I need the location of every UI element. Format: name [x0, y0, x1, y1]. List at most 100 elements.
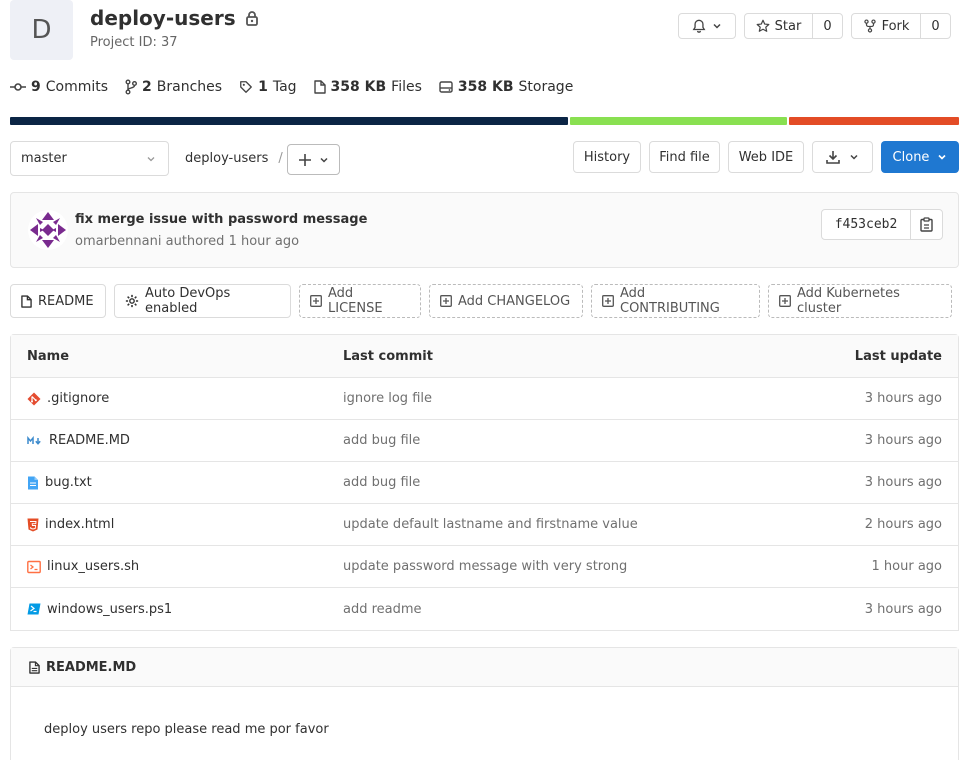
author-avatar[interactable]: [28, 210, 68, 250]
readme-panel: README.MD deploy users repo please read …: [10, 647, 959, 760]
lock-icon: [244, 10, 260, 26]
add-kubernetes-button[interactable]: Add Kubernetes cluster: [768, 284, 952, 318]
add-license-label: Add LICENSE: [328, 286, 383, 316]
star-group: Star 0: [744, 13, 843, 39]
commit-authored-word: authored: [165, 234, 225, 249]
file-tree-table: Name Last commit Last update .gitignore …: [10, 334, 959, 631]
branch-selector[interactable]: master: [10, 141, 169, 176]
add-contributing-label: Add CONTRIBUTING: [620, 286, 720, 316]
project-avatar-letter: D: [31, 15, 52, 45]
add-contributing-button[interactable]: Add CONTRIBUTING: [591, 284, 760, 318]
file-commit-message[interactable]: update password message with very strong: [343, 546, 627, 587]
table-row[interactable]: .gitignore ignore log file 3 hours ago: [11, 378, 958, 420]
readme-header: README.MD: [11, 648, 958, 687]
readme-button[interactable]: README: [10, 284, 106, 318]
commit-message[interactable]: fix merge issue with password message: [75, 212, 367, 227]
fork-count[interactable]: 0: [920, 14, 950, 38]
clone-dropdown[interactable]: Clone: [881, 141, 959, 173]
language-bar-segment[interactable]: [10, 117, 568, 125]
add-changelog-button[interactable]: Add CHANGELOG: [429, 284, 583, 318]
file-name[interactable]: README.MD: [49, 433, 130, 448]
add-kubernetes-label: Add Kubernetes cluster: [797, 286, 900, 316]
plus-square-icon: [602, 295, 614, 307]
add-changelog-label: Add CHANGELOG: [458, 293, 571, 309]
file-icon: [313, 80, 326, 94]
breadcrumb-separator: /: [278, 151, 283, 166]
bell-icon: [692, 19, 706, 33]
file-name[interactable]: linux_users.sh: [47, 559, 139, 574]
star-button[interactable]: Star: [745, 14, 812, 38]
stat-storage-label: Storage: [518, 79, 574, 95]
stat-storage[interactable]: 358 KB Storage: [439, 79, 573, 95]
text-file-icon: [27, 476, 39, 490]
commit-sha[interactable]: f453ceb2: [821, 209, 911, 240]
stat-storage-size: 358 KB: [457, 79, 514, 95]
download-icon: [826, 150, 840, 164]
branch-selector-value: master: [21, 151, 67, 166]
table-row[interactable]: linux_users.sh update password message w…: [11, 546, 958, 588]
find-file-button[interactable]: Find file: [649, 141, 720, 173]
language-bar-segment[interactable]: [788, 117, 959, 125]
readme-filename[interactable]: README.MD: [46, 660, 136, 675]
stat-branches[interactable]: 2 Branches: [125, 79, 222, 95]
auto-devops-button[interactable]: Auto DevOps enabled: [114, 284, 291, 318]
html5-icon: [27, 518, 39, 532]
file-name-cell: index.html: [27, 504, 114, 545]
stat-branches-label: Branches: [156, 79, 223, 95]
download-dropdown[interactable]: [812, 141, 873, 173]
commit-time: 1 hour ago: [228, 234, 300, 249]
readme-content: deploy users repo please read me por fav…: [44, 722, 329, 737]
file-commit-message[interactable]: add bug file: [343, 462, 420, 503]
breadcrumb-root[interactable]: deploy-users: [185, 151, 268, 166]
file-icon: [29, 660, 40, 674]
stat-branches-count: 2: [142, 79, 152, 95]
file-icon: [21, 294, 32, 308]
table-row[interactable]: README.MD add bug file 3 hours ago: [11, 420, 958, 462]
project-name[interactable]: deploy-users: [90, 6, 236, 30]
stat-commits[interactable]: 9 Commits: [10, 79, 108, 95]
file-commit-message[interactable]: add readme: [343, 588, 422, 630]
file-name[interactable]: bug.txt: [45, 475, 92, 490]
web-ide-button[interactable]: Web IDE: [728, 141, 804, 173]
shell-icon: [27, 560, 41, 574]
project-stats: 9 Commits 2 Branches 1 Tag 358 KB Files 358 …: [10, 77, 590, 97]
star-count[interactable]: 0: [812, 14, 842, 38]
plus-square-icon: [310, 295, 322, 307]
table-row[interactable]: bug.txt add bug file 3 hours ago: [11, 462, 958, 504]
notification-dropdown[interactable]: [678, 13, 736, 39]
table-row[interactable]: index.html update default lastname and f…: [11, 504, 958, 546]
commit-icon: [10, 81, 26, 93]
readme-button-label: README: [38, 293, 94, 309]
file-name[interactable]: index.html: [45, 517, 114, 532]
header-name: Name: [27, 348, 70, 364]
file-name-cell: linux_users.sh: [27, 546, 139, 587]
plus-icon: [298, 153, 311, 166]
language-bar-segment[interactable]: [569, 117, 787, 125]
header-last-update: Last update: [854, 348, 942, 364]
stat-tags-count: 1: [258, 79, 268, 95]
chevron-down-icon: [319, 155, 329, 165]
table-row[interactable]: windows_users.ps1 add readme 3 hours ago: [11, 588, 958, 630]
file-commit-message[interactable]: ignore log file: [343, 378, 432, 419]
branch-icon: [125, 79, 138, 95]
file-name[interactable]: .gitignore: [47, 391, 109, 406]
history-button[interactable]: History: [573, 141, 641, 173]
copy-sha-button[interactable]: [910, 209, 943, 240]
markdown-icon: [27, 435, 43, 446]
fork-button[interactable]: Fork: [852, 14, 920, 38]
file-updated-time: 3 hours ago: [864, 475, 942, 490]
auto-devops-label: Auto DevOps enabled: [145, 286, 231, 316]
tag-icon: [239, 80, 253, 94]
stat-tags[interactable]: 1 Tag: [239, 79, 297, 95]
stat-files[interactable]: 358 KB Files: [313, 79, 422, 95]
header-last-commit: Last commit: [343, 348, 433, 364]
language-bar[interactable]: [10, 117, 959, 125]
file-commit-message[interactable]: add bug file: [343, 420, 420, 461]
file-updated-time: 3 hours ago: [864, 391, 942, 406]
add-to-tree-dropdown[interactable]: [287, 144, 340, 175]
commit-author[interactable]: omarbennani: [75, 234, 161, 249]
file-commit-message[interactable]: update default lastname and firstname va…: [343, 504, 638, 545]
file-name[interactable]: windows_users.ps1: [47, 602, 172, 617]
fork-label: Fork: [881, 18, 910, 34]
add-license-button[interactable]: Add LICENSE: [299, 284, 421, 318]
